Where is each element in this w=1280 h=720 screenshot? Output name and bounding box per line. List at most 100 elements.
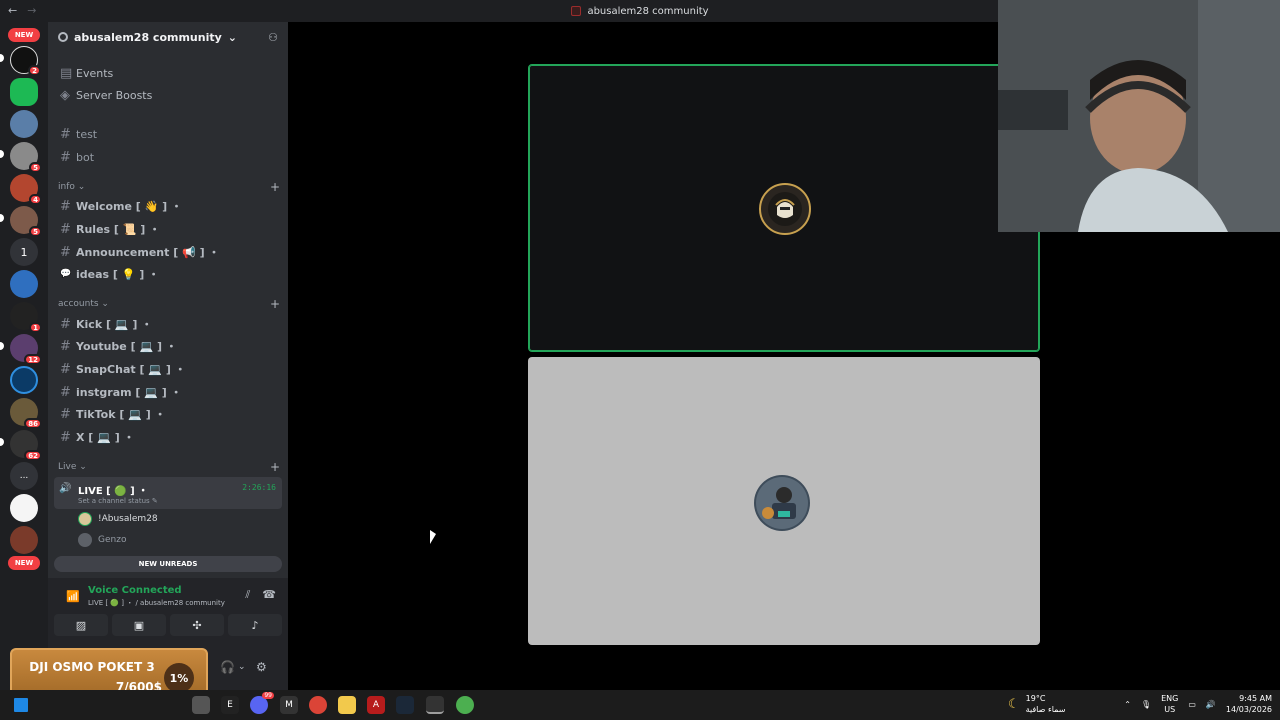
hash-icon: # (60, 198, 71, 214)
language-indicator[interactable]: ENG US (1161, 693, 1178, 715)
forward-button[interactable]: → (27, 4, 36, 17)
add-channel-icon[interactable]: + (270, 180, 280, 194)
obs-icon[interactable] (426, 696, 444, 714)
new-pill[interactable]: NEW (8, 28, 40, 42)
display-icon[interactable]: ▭ (1188, 700, 1196, 709)
app-icon[interactable]: A (367, 696, 385, 714)
channel-x[interactable]: # X [ 💻 ] ・ (56, 427, 282, 447)
file-explorer-icon[interactable] (338, 696, 356, 714)
channel-status[interactable]: Set a channel status ✎ (78, 497, 158, 505)
screen-share-button[interactable]: ▣ (112, 614, 166, 636)
channel-welcome[interactable]: # Welcome [ 👋 ] ・ (56, 196, 282, 216)
voice-user[interactable]: Genzo (78, 531, 126, 549)
voice-controls: ⫽ ☎ (245, 588, 276, 602)
server-icon[interactable]: 86 (10, 398, 42, 429)
volume-icon[interactable]: 🔊 (1206, 700, 1216, 709)
app-icon[interactable]: M (280, 696, 298, 714)
server-icon[interactable]: 1 (10, 302, 42, 333)
activities-button[interactable]: ✣ (170, 614, 224, 636)
add-channel-icon[interactable]: + (270, 297, 280, 311)
server-icon[interactable]: 2 (10, 46, 41, 76)
server-icon[interactable] (10, 494, 38, 522)
screen-share-icon: ▣ (133, 618, 145, 632)
hash-icon: # (60, 126, 71, 142)
server-icon[interactable]: ... (10, 462, 38, 490)
channel-ideas[interactable]: 💬 ideas [ 💡 ] ・ (56, 264, 282, 284)
participant-tile[interactable] (528, 64, 1040, 352)
moon-icon: ☾ (1008, 696, 1020, 712)
soundboard-icon: ♪ (251, 618, 259, 632)
channel-bot[interactable]: # bot (56, 147, 282, 167)
channel-kick[interactable]: # Kick [ 💻 ] ・ (56, 314, 282, 334)
category-live[interactable]: Live ⌄ + (58, 460, 280, 474)
category-label: info (58, 182, 75, 192)
add-channel-icon[interactable]: + (270, 460, 280, 474)
server-icon[interactable]: 5 (10, 206, 42, 237)
server-icon[interactable] (10, 366, 38, 394)
server-icon[interactable]: 5 (10, 142, 42, 173)
voice-channel-live[interactable]: 🔊 LIVE [ 🟢 ] ・ Set a channel status ✎ 2:… (54, 477, 282, 509)
server-icon[interactable] (10, 270, 38, 298)
noise-suppression-icon[interactable]: ⫽ (245, 588, 250, 602)
new-pill[interactable]: NEW (8, 556, 40, 570)
weather-widget[interactable]: ☾ 19°C سماء صافية (1008, 693, 1065, 715)
channel-announcement[interactable]: # Announcement [ 📢 ] ・ (56, 242, 282, 262)
server-icon[interactable]: 12 (10, 334, 42, 365)
chevron-up-icon[interactable]: ⌃ (1124, 700, 1131, 709)
channel-server-boosts[interactable]: ◈ Server Boosts (56, 85, 282, 105)
app-icon[interactable] (192, 696, 210, 714)
invite-icon[interactable]: ⚇ (268, 31, 278, 44)
channel-rules[interactable]: # Rules [ 📜 ] ・ (56, 219, 282, 239)
unread-pip (0, 54, 4, 62)
category-accounts[interactable]: accounts ⌄ + (58, 297, 280, 311)
server-icon[interactable]: 62 (10, 430, 42, 461)
voice-connected-subtitle[interactable]: LIVE [ 🟢 ] ・ / abusalem28 community (88, 598, 225, 608)
avatar (754, 475, 810, 531)
server-icon[interactable]: 4 (10, 174, 42, 205)
unread-pip (0, 438, 4, 446)
channel-youtube[interactable]: # Youtube [ 💻 ] ・ (56, 336, 282, 356)
channel-snapchat[interactable]: # SnapChat [ 💻 ] ・ (56, 359, 282, 379)
system-tray: ⌃ 🎙 ENG US ▭ 🔊 9:45 AM 14/03/2026 (1124, 693, 1272, 715)
camera-off-button[interactable]: ▨ (54, 614, 108, 636)
unread-pip (0, 342, 4, 350)
chevron-down-icon[interactable]: ⌄ (238, 662, 246, 672)
disconnect-icon[interactable]: ☎ (262, 588, 276, 602)
chrome-icon[interactable] (309, 696, 327, 714)
steam-icon[interactable] (396, 696, 414, 714)
avatar (78, 512, 92, 526)
discord-icon[interactable]: 99 (250, 692, 274, 714)
signal-icon[interactable]: 📶 (66, 590, 80, 603)
gear-icon[interactable]: ⚙ (256, 660, 267, 674)
avatar (759, 183, 811, 235)
server-rail: NEW 2 5 4 5 1 1 12 86 62 ... NEW (0, 22, 48, 690)
channel-instgram[interactable]: # instgram [ 💻 ] ・ (56, 382, 282, 402)
participant-tile[interactable] (528, 357, 1040, 645)
activities-icon: ✣ (192, 618, 202, 632)
webcam-overlay (998, 0, 1280, 232)
server-icon[interactable] (10, 78, 38, 106)
soundboard-button[interactable]: ♪ (228, 614, 282, 636)
channel-events[interactable]: ▤ Events (56, 63, 282, 83)
back-button[interactable]: ← (8, 4, 17, 17)
epic-games-icon[interactable]: E (221, 696, 239, 714)
server-icon[interactable] (10, 526, 38, 554)
server-icon[interactable] (10, 110, 38, 138)
chrome-profile-icon[interactable] (456, 696, 474, 714)
voice-user-name: !Abusalem28 (98, 514, 158, 524)
unread-pip (0, 150, 4, 158)
category-info[interactable]: info ⌄ + (58, 180, 280, 194)
start-icon[interactable] (14, 698, 28, 712)
clock[interactable]: 9:45 AM 14/03/2026 (1226, 693, 1272, 715)
voice-connected-title: Voice Connected (88, 585, 182, 596)
hash-icon: # (60, 429, 71, 445)
headphones-icon[interactable]: 🎧 (220, 660, 235, 674)
forum-icon: 💬 (60, 269, 72, 279)
server-icon[interactable]: 1 (10, 238, 38, 266)
microphone-icon[interactable]: 🎙 (1141, 700, 1151, 709)
new-unreads-button[interactable]: NEW UNREADS (54, 556, 282, 572)
voice-user[interactable]: !Abusalem28 (78, 510, 158, 528)
channel-tiktok[interactable]: # TikTok [ 💻 ] ・ (56, 404, 282, 424)
channel-test[interactable]: # test (56, 124, 282, 144)
guild-header[interactable]: abusalem28 community ⌄ ⚇ (48, 22, 288, 52)
